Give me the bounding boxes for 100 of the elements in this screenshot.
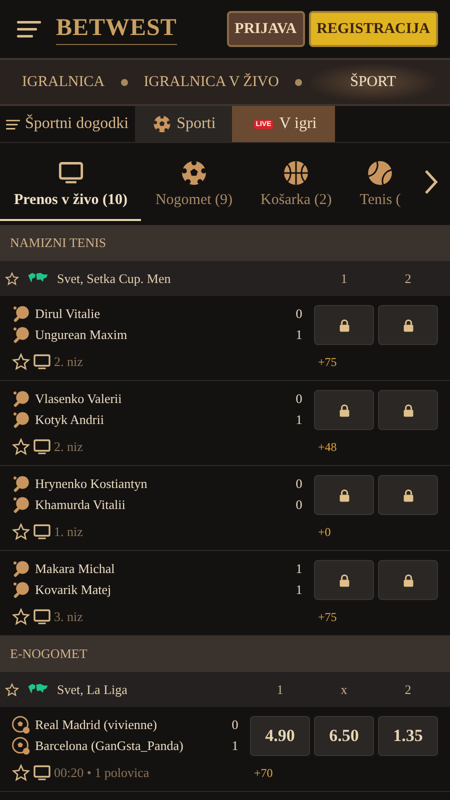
- column-label: 2: [404, 270, 412, 286]
- column-label: 1: [276, 682, 284, 698]
- paddle-icon: [12, 390, 30, 408]
- tv-icon: [33, 608, 51, 626]
- team-name: Barcelona (GanGsta_Panda): [35, 738, 184, 754]
- more-markets-link[interactable]: +75: [318, 610, 337, 625]
- star-icon[interactable]: [12, 608, 30, 626]
- lock-icon: [402, 488, 414, 502]
- team-name: Real Madrid (vivienne): [35, 717, 158, 733]
- score: 0: [296, 496, 302, 514]
- world-map-icon: [27, 272, 49, 285]
- chevron-right-icon[interactable]: [424, 169, 438, 195]
- paddle-icon: [12, 305, 30, 323]
- match-status: 2. niz: [54, 354, 83, 370]
- tennis-ball-icon: [367, 160, 394, 186]
- tv-icon: [33, 353, 51, 371]
- lock-icon: [338, 574, 350, 586]
- lock-icon: [338, 488, 350, 502]
- league-name: Svet, La Liga: [57, 682, 128, 698]
- column-label: 1: [340, 270, 348, 286]
- team-name: Makara Michal: [35, 561, 115, 577]
- star-icon[interactable]: [5, 682, 19, 696]
- nav-tab[interactable]: IGRALNICA: [14, 70, 113, 94]
- menu-icon[interactable]: [16, 20, 42, 38]
- soccer-ball-icon: [12, 737, 30, 755]
- world-map-icon: [27, 683, 49, 696]
- odds-button[interactable]: 6.50: [314, 716, 374, 756]
- more-markets-link[interactable]: +48: [318, 440, 337, 455]
- odds-button[interactable]: [314, 305, 374, 345]
- column-label: 2: [404, 682, 412, 698]
- column-label: x: [340, 682, 348, 698]
- team-name: Hrynenko Kostiantyn: [35, 476, 148, 492]
- tv-icon: [58, 160, 84, 186]
- login-button[interactable]: PRIJAVA: [226, 11, 305, 47]
- tv-icon: [33, 523, 51, 541]
- team-name: Vlasenko Valerii: [35, 391, 122, 407]
- nav-tab[interactable]: IGRALNICA V ŽIVO: [136, 70, 287, 94]
- basketball-icon: [283, 160, 310, 186]
- stud-dot: [295, 78, 302, 86]
- odds-button[interactable]: [378, 560, 438, 600]
- score: 1: [296, 411, 302, 429]
- sport-tab[interactable]: Košarka (2): [246, 145, 346, 221]
- lock-icon: [338, 404, 350, 416]
- soccer-ball-icon: [152, 115, 171, 133]
- paddle-icon: [12, 475, 30, 493]
- odds-button[interactable]: [378, 305, 438, 345]
- soccer-ball-icon: [180, 160, 207, 186]
- paddle-icon: [12, 326, 30, 344]
- lock-icon: [402, 574, 414, 586]
- team-name: Kotyk Andrii: [35, 412, 104, 428]
- tv-icon: [33, 764, 51, 782]
- nav-tab[interactable]: ŠPORT: [310, 64, 436, 100]
- paddle-icon: [12, 581, 30, 599]
- star-icon[interactable]: [12, 764, 30, 782]
- section-header: NAMIZNI TENIS: [0, 225, 450, 261]
- match-status: 3. niz: [54, 609, 83, 625]
- tv-icon: [33, 438, 51, 456]
- match-status: 2. niz: [54, 439, 83, 455]
- star-icon[interactable]: [5, 272, 19, 286]
- more-markets-link[interactable]: +70: [254, 766, 273, 781]
- team-name: Ungurean Maxim: [35, 327, 128, 343]
- league-name: Svet, Setka Cup. Men: [57, 270, 171, 286]
- section-header: E-NOGOMET: [0, 636, 450, 672]
- score: 0: [296, 390, 302, 408]
- score: 0: [232, 716, 238, 734]
- lock-icon: [402, 318, 414, 332]
- sport-tab[interactable]: Tenis (: [346, 145, 415, 221]
- register-button[interactable]: REGISTRACIJA: [308, 11, 438, 47]
- team-name: Kovarik Matej: [35, 582, 112, 598]
- more-markets-link[interactable]: +75: [318, 355, 337, 370]
- more-markets-link[interactable]: +0: [318, 525, 331, 540]
- paddle-icon: [12, 496, 30, 514]
- sub-tab[interactable]: Sporti: [134, 106, 232, 142]
- odds-button[interactable]: [378, 475, 438, 515]
- paddle-icon: [12, 411, 30, 429]
- soccer-ball-icon: [12, 716, 30, 734]
- sport-tab[interactable]: Nogomet (9): [141, 145, 247, 221]
- star-icon[interactable]: [12, 523, 30, 541]
- match-status: 00:20 • 1 polovica: [54, 765, 150, 781]
- stud-dot: [120, 78, 128, 86]
- odds-button[interactable]: 1.35: [378, 716, 438, 756]
- odds-button[interactable]: [314, 390, 374, 430]
- score: 1: [296, 581, 302, 599]
- sport-tab[interactable]: Prenos v živo (10): [0, 145, 142, 221]
- score: 1: [232, 737, 238, 755]
- star-icon[interactable]: [12, 353, 30, 371]
- team-name: Khamurda Vitalii: [35, 497, 126, 513]
- odds-button[interactable]: [314, 475, 374, 515]
- logo[interactable]: BETWEST: [56, 13, 177, 45]
- paddle-icon: [12, 560, 30, 578]
- odds-button[interactable]: 4.90: [250, 716, 310, 756]
- match-status: 1. niz: [54, 524, 83, 540]
- star-icon[interactable]: [12, 438, 30, 456]
- odds-button[interactable]: [378, 390, 438, 430]
- menu-button[interactable]: Športni dogodki: [0, 106, 135, 142]
- score: 1: [296, 326, 302, 344]
- odds-button[interactable]: [314, 560, 374, 600]
- score: 0: [296, 475, 302, 493]
- score: 1: [296, 560, 302, 578]
- score: 0: [296, 305, 302, 323]
